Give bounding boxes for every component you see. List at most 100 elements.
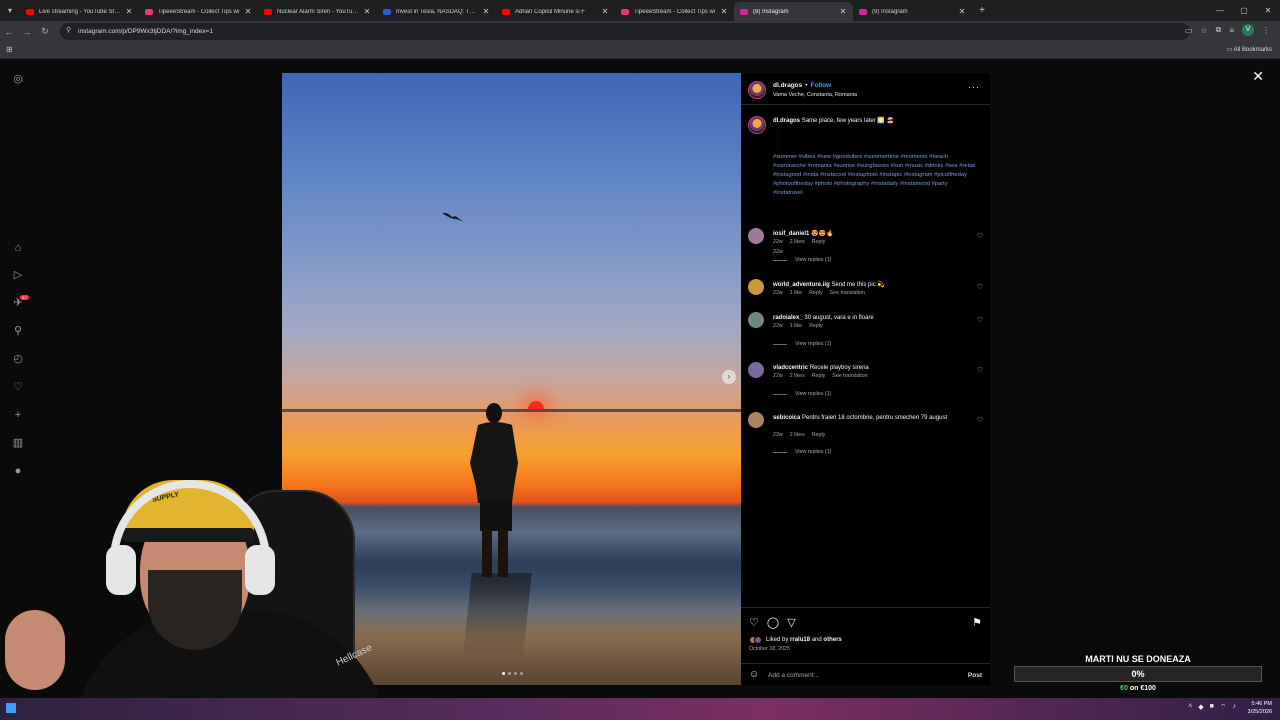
see-translation-button[interactable]: See translation — [830, 290, 865, 296]
browser-tab[interactable]: Adrian Copilul Minune si F ✕ — [496, 2, 615, 21]
emoji-icon[interactable]: ☺ — [749, 669, 759, 680]
explore-icon[interactable]: ◴ — [11, 352, 25, 366]
dashboard-icon[interactable]: ▥ — [11, 436, 25, 450]
start-icon[interactable] — [6, 703, 16, 713]
liked-by-others[interactable]: others — [823, 637, 841, 643]
volume-icon[interactable]: ♪ — [1233, 703, 1237, 712]
system-clock[interactable]: 5:46 PM 3/25/2026 — [1248, 700, 1272, 716]
save-icon[interactable]: ⚑ — [972, 616, 982, 629]
comment-likes[interactable]: 1 like — [790, 323, 802, 329]
maximize-button[interactable]: ▢ — [1232, 6, 1256, 15]
comment-likes[interactable]: 1 like — [790, 290, 802, 296]
tab-close-icon[interactable]: ✕ — [601, 7, 609, 16]
comment-reply-button[interactable]: Reply — [812, 432, 826, 438]
tab-close-icon[interactable]: ✕ — [958, 7, 966, 16]
reload-button[interactable]: ↻ — [36, 26, 54, 37]
browser-tab[interactable]: TipeeeStream - Collect Tips wi ✕ — [615, 2, 734, 21]
view-replies-button[interactable]: View replies (1) — [773, 341, 831, 347]
instagram-icon[interactable]: ◎ — [11, 72, 25, 86]
comment-reply-button[interactable]: Reply — [809, 290, 823, 296]
browser-tab[interactable]: TipeeeStream - Collect Tips wi ✕ — [139, 2, 258, 21]
close-modal-icon[interactable]: ✕ — [1252, 68, 1264, 85]
comment-reply-button[interactable]: Reply — [809, 323, 823, 329]
view-replies-button[interactable]: View replies (1) — [773, 257, 831, 263]
search-icon[interactable]: ⚲ — [11, 324, 25, 338]
liked-by-user[interactable]: rralu18 — [790, 637, 810, 643]
tray-chevron-icon[interactable]: ˄ — [1188, 703, 1192, 712]
view-replies-button[interactable]: View replies (1) — [773, 449, 831, 455]
menu-icon[interactable]: ≡ — [1229, 26, 1234, 35]
author-avatar[interactable] — [748, 81, 766, 99]
caption-username[interactable]: dl.dragos — [773, 118, 800, 124]
tab-close-icon[interactable]: ✕ — [839, 7, 847, 16]
minimize-button[interactable]: — — [1208, 6, 1232, 15]
commenter-username[interactable]: sebicoica — [773, 415, 800, 421]
notifications-icon[interactable]: ♡ — [11, 380, 25, 394]
new-tab-button[interactable]: + — [974, 5, 990, 16]
browser-tab[interactable]: Live streaming - YouTube Studio ✕ — [20, 2, 139, 21]
caption-hashtags[interactable]: #summer #vibes #new #goodvibes #summerti… — [773, 153, 978, 198]
commenter-username[interactable]: iosif_daniel1 — [773, 231, 809, 237]
extensions-icon[interactable]: ⧉ — [1216, 25, 1222, 35]
tray-app-icon[interactable]: ■ — [1210, 703, 1214, 712]
commenter-avatar[interactable] — [748, 412, 764, 428]
commenter-avatar[interactable] — [748, 312, 764, 328]
comment-like-icon[interactable]: ♡ — [977, 283, 983, 291]
commenter-username[interactable]: radoialex_ — [773, 315, 803, 321]
url-field[interactable]: ⚲ instagram.com/p/DP9Wx3tjDDA/?img_index… — [60, 23, 1190, 40]
tab-close-icon[interactable]: ✕ — [244, 7, 252, 16]
commenter-avatar[interactable] — [748, 228, 764, 244]
browser-tab[interactable]: (9) Instagram ✕ — [853, 2, 972, 21]
cast-icon[interactable]: ▭ — [1185, 26, 1193, 35]
browser-tab[interactable]: Invest in Tesla, NASDAQ: TSLA ✕ — [377, 2, 496, 21]
comment-like-icon[interactable]: ♡ — [977, 232, 983, 240]
forward-button[interactable]: → — [18, 27, 36, 37]
like-icon[interactable]: ♡ — [749, 616, 759, 629]
tab-close-icon[interactable]: ✕ — [720, 7, 728, 16]
browser-tab[interactable]: Nuclear Alarm Siren - YouTube ✕ — [258, 2, 377, 21]
browser-tab[interactable]: (8) Instagram ✕ — [734, 2, 853, 21]
see-translation-button[interactable]: See translation — [832, 373, 867, 379]
network-icon[interactable]: ⌔ — [1220, 703, 1227, 712]
tray-app-icon[interactable]: ◆ — [1198, 703, 1203, 712]
tab-close-icon[interactable]: ✕ — [125, 7, 133, 16]
post-comment-button[interactable]: Post — [968, 672, 982, 679]
comment-reply-button[interactable]: Reply — [812, 239, 826, 245]
back-button[interactable]: ← — [0, 27, 18, 37]
comment-reply-button[interactable]: Reply — [812, 373, 826, 379]
all-bookmarks-button[interactable]: ▭ All Bookmarks — [1227, 46, 1272, 53]
profile-avatar[interactable]: V — [1242, 24, 1254, 36]
commenter-avatar[interactable] — [748, 362, 764, 378]
commenter-avatar[interactable] — [748, 279, 764, 295]
comment-likes[interactable]: 2 likes — [790, 432, 805, 438]
apps-icon[interactable]: ⊞ — [6, 45, 13, 54]
home-icon[interactable]: ⌂ — [11, 241, 25, 255]
tab-search-button[interactable]: ▾ — [0, 0, 20, 21]
commenter-username[interactable]: world_adventure.iig — [773, 282, 830, 288]
more-menu-icon[interactable]: ⋮ — [1262, 26, 1270, 35]
close-window-button[interactable]: ✕ — [1256, 6, 1280, 15]
bookmark-star-icon[interactable]: ☆ — [1200, 26, 1207, 35]
caption-avatar[interactable] — [748, 116, 766, 134]
comment-like-icon[interactable]: ♡ — [977, 366, 983, 374]
more-options-icon[interactable]: ··· — [968, 82, 980, 92]
tab-close-icon[interactable]: ✕ — [482, 7, 490, 16]
post-location[interactable]: Vama Veche, Constanta, Romania — [773, 92, 857, 98]
tab-favicon-icon — [145, 8, 153, 15]
comment-likes[interactable]: 2 likes — [790, 239, 805, 245]
comment-like-icon[interactable]: ♡ — [977, 316, 983, 324]
comment-like-icon[interactable]: ♡ — [977, 416, 983, 424]
site-info-icon[interactable]: ⚲ — [66, 26, 71, 34]
create-icon[interactable]: + — [11, 408, 25, 422]
comment-icon[interactable]: ◯ — [767, 616, 779, 629]
comment-likes[interactable]: 2 likes — [790, 373, 805, 379]
follow-button[interactable]: Follow — [811, 82, 832, 89]
commenter-username[interactable]: vladccentric — [773, 365, 808, 371]
reels-icon[interactable]: ▷ — [11, 268, 25, 282]
next-image-button[interactable]: › — [722, 370, 736, 384]
view-replies-button[interactable]: View replies (1) — [773, 391, 831, 397]
author-username[interactable]: dl.dragos — [773, 82, 802, 89]
share-icon[interactable]: ▽ — [787, 616, 795, 629]
add-comment-input[interactable]: Add a comment... — [768, 672, 819, 679]
tab-close-icon[interactable]: ✕ — [363, 7, 371, 16]
